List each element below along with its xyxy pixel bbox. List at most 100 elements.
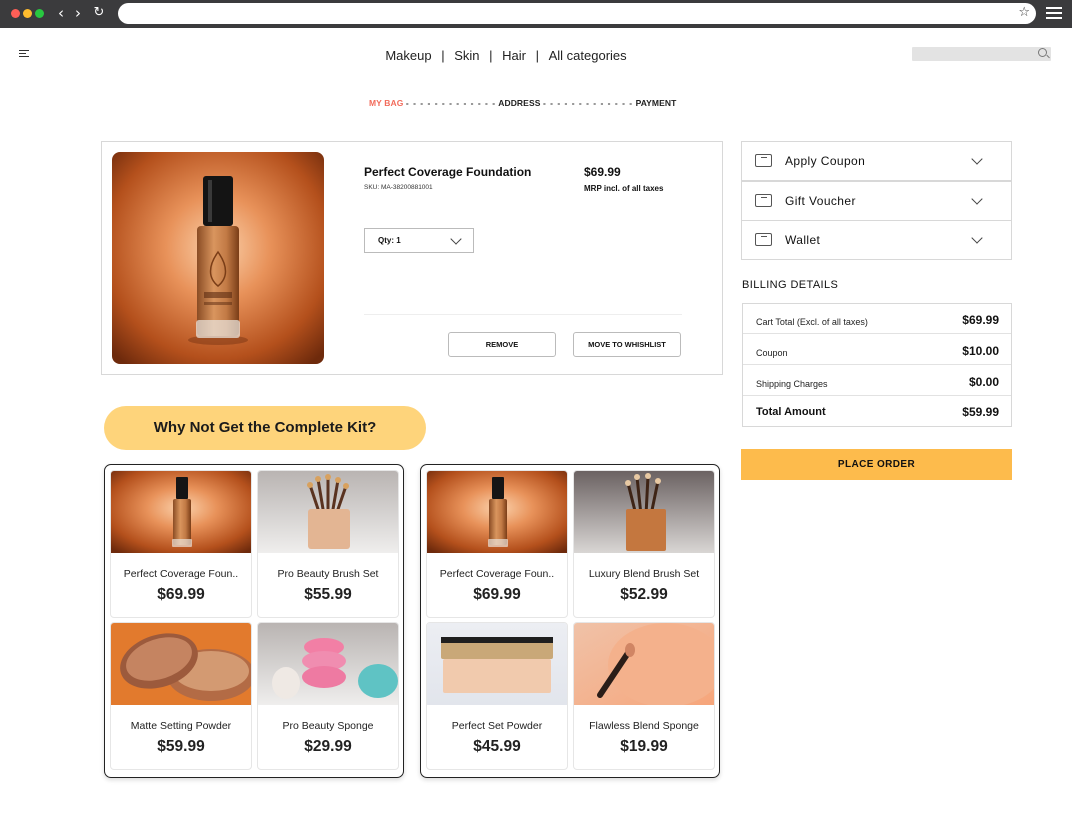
step-my-bag: MY BAG: [369, 98, 404, 108]
kit-set-2[interactable]: Perfect Coverage Foun.. $69.99 Luxury Bl…: [420, 464, 720, 778]
mrp-note: MRP incl. of all taxes: [584, 184, 664, 193]
nav-link-makeup[interactable]: Makeup: [385, 48, 431, 63]
kit-product-tile[interactable]: Matte Setting Powder $59.99: [110, 622, 252, 770]
coupon-icon: [755, 154, 772, 167]
kit-product-name: Perfect Set Powder: [451, 720, 543, 732]
chevron-down-icon: [450, 233, 462, 245]
maximize-window-dot[interactable]: [35, 9, 44, 18]
chevron-down-icon: [971, 193, 983, 205]
kit-product-tile[interactable]: Perfect Coverage Foun.. $69.99: [110, 470, 252, 618]
product-thumbnail-foundation: [111, 471, 251, 553]
divider: [364, 314, 682, 315]
billing-value: $69.99: [962, 313, 999, 327]
bookmark-star-icon[interactable]: ☆: [1018, 5, 1030, 20]
billing-label: Coupon: [756, 348, 788, 358]
kit-product-price: $52.99: [620, 586, 668, 603]
step-address: ADDRESS: [498, 98, 541, 108]
kit-product-name: Perfect Coverage Foun..: [123, 568, 239, 580]
apply-coupon-accordion[interactable]: Apply Coupon: [741, 141, 1012, 181]
step-connector: - - - - - - - - - - - - -: [542, 98, 634, 108]
nav-link-hair[interactable]: Hair: [502, 48, 526, 63]
kit-product-price: $45.99: [473, 738, 521, 755]
kit-product-name: Pro Beauty Brush Set: [277, 568, 379, 580]
product-image-foundation: [112, 152, 324, 364]
product-sku: SKU: MA-38200881001: [364, 184, 433, 191]
nav-link-skin[interactable]: Skin: [454, 48, 479, 63]
kit-set-1[interactable]: Perfect Coverage Foun.. $69.99 Pro Beaut…: [104, 464, 404, 778]
kit-product-tile[interactable]: Flawless Blend Sponge $19.99: [573, 622, 715, 770]
reload-icon[interactable]: ↻: [90, 3, 108, 23]
kit-product-name: Perfect Coverage Foun..: [439, 568, 555, 580]
kit-product-price: $59.99: [157, 738, 205, 755]
billing-label: Total Amount: [756, 406, 826, 418]
step-connector: - - - - - - - - - - - - -: [405, 98, 497, 108]
billing-table: Cart Total (Excl. of all taxes) $69.99 C…: [742, 303, 1012, 427]
billing-value: $59.99: [962, 405, 999, 419]
step-payment: PAYMENT: [635, 98, 677, 108]
billing-label: Cart Total (Excl. of all taxes): [756, 317, 868, 327]
billing-label: Shipping Charges: [756, 379, 828, 389]
checkout-steps: MY BAG - - - - - - - - - - - - - ADDRESS…: [369, 98, 676, 108]
kit-product-price: $69.99: [473, 586, 521, 603]
forward-icon[interactable]: ›: [69, 3, 87, 23]
kit-product-tile[interactable]: Pro Beauty Brush Set $55.99: [257, 470, 399, 618]
kit-product-name: Matte Setting Powder: [130, 720, 232, 732]
back-icon[interactable]: ‹: [52, 3, 70, 23]
product-thumbnail-brush-set: [258, 471, 398, 553]
billing-row-shipping: Shipping Charges $0.00: [743, 366, 1011, 396]
product-thumbnail-brush-set: [574, 471, 714, 553]
browser-menu-icon[interactable]: [1046, 4, 1062, 24]
browser-chrome: ‹ › ↻ ☆: [0, 0, 1072, 28]
wallet-label: Wallet: [785, 233, 821, 247]
kit-product-name: Pro Beauty Sponge: [282, 720, 374, 732]
product-thumbnail-foundation: [427, 471, 567, 553]
remove-button[interactable]: REMOVE: [448, 332, 556, 357]
product-price: $69.99: [584, 165, 621, 179]
billing-value: $10.00: [962, 344, 999, 358]
billing-row-cart-total: Cart Total (Excl. of all taxes) $69.99: [743, 304, 1011, 334]
billing-row-coupon: Coupon $10.00: [743, 335, 1011, 365]
product-thumbnail-beauty-sponge: [258, 623, 398, 705]
search-icon[interactable]: [1038, 48, 1047, 57]
nav-separator: |: [489, 48, 493, 63]
cart-item-card: Perfect Coverage Foundation SKU: MA-3820…: [101, 141, 723, 375]
kit-product-tile[interactable]: Perfect Coverage Foun.. $69.99: [426, 470, 568, 618]
billing-details-title: BILLING DETAILS: [742, 279, 839, 291]
gift-voucher-label: Gift Voucher: [785, 194, 856, 208]
billing-value: $0.00: [968, 375, 999, 389]
product-name[interactable]: Perfect Coverage Foundation: [364, 165, 531, 179]
close-window-dot[interactable]: [11, 9, 20, 18]
quantity-dropdown[interactable]: Qty: 1: [364, 228, 474, 253]
kit-product-tile[interactable]: Luxury Blend Brush Set $52.99: [573, 470, 715, 618]
product-thumbnail-blend-sponge: [574, 623, 714, 705]
kit-product-price: $19.99: [620, 738, 668, 755]
kit-product-price: $55.99: [304, 586, 352, 603]
nav-link-all-categories[interactable]: All categories: [549, 48, 627, 63]
wallet-icon: [755, 233, 772, 246]
search-input[interactable]: [912, 47, 1051, 61]
kit-banner-title: Why Not Get the Complete Kit?: [104, 406, 426, 450]
address-bar[interactable]: ☆: [118, 3, 1036, 24]
voucher-icon: [755, 194, 772, 207]
kit-product-name: Luxury Blend Brush Set: [588, 568, 700, 580]
chevron-down-icon: [971, 153, 983, 165]
chevron-down-icon: [971, 232, 983, 244]
minimize-window-dot[interactable]: [23, 9, 32, 18]
category-nav: Makeup | Skin | Hair | All categories: [0, 48, 1012, 63]
kit-product-price: $29.99: [304, 738, 352, 755]
kit-product-price: $69.99: [157, 586, 205, 603]
apply-coupon-label: Apply Coupon: [785, 154, 866, 168]
kit-product-tile[interactable]: Pro Beauty Sponge $29.99: [257, 622, 399, 770]
kit-product-tile[interactable]: Perfect Set Powder $45.99: [426, 622, 568, 770]
nav-separator: |: [535, 48, 539, 63]
place-order-button[interactable]: PLACE ORDER: [741, 449, 1012, 480]
move-to-wishlist-button[interactable]: MOVE TO WHISHLIST: [573, 332, 681, 357]
wallet-accordion[interactable]: Wallet: [741, 220, 1012, 260]
gift-voucher-accordion[interactable]: Gift Voucher: [741, 181, 1012, 221]
product-thumbnail-set-powder: [427, 623, 567, 705]
nav-separator: |: [441, 48, 445, 63]
billing-row-total: Total Amount $59.99: [743, 396, 1011, 426]
quantity-label: Qty: 1: [378, 236, 401, 245]
product-thumbnail-setting-powder: [111, 623, 251, 705]
kit-product-name: Flawless Blend Sponge: [589, 720, 699, 732]
